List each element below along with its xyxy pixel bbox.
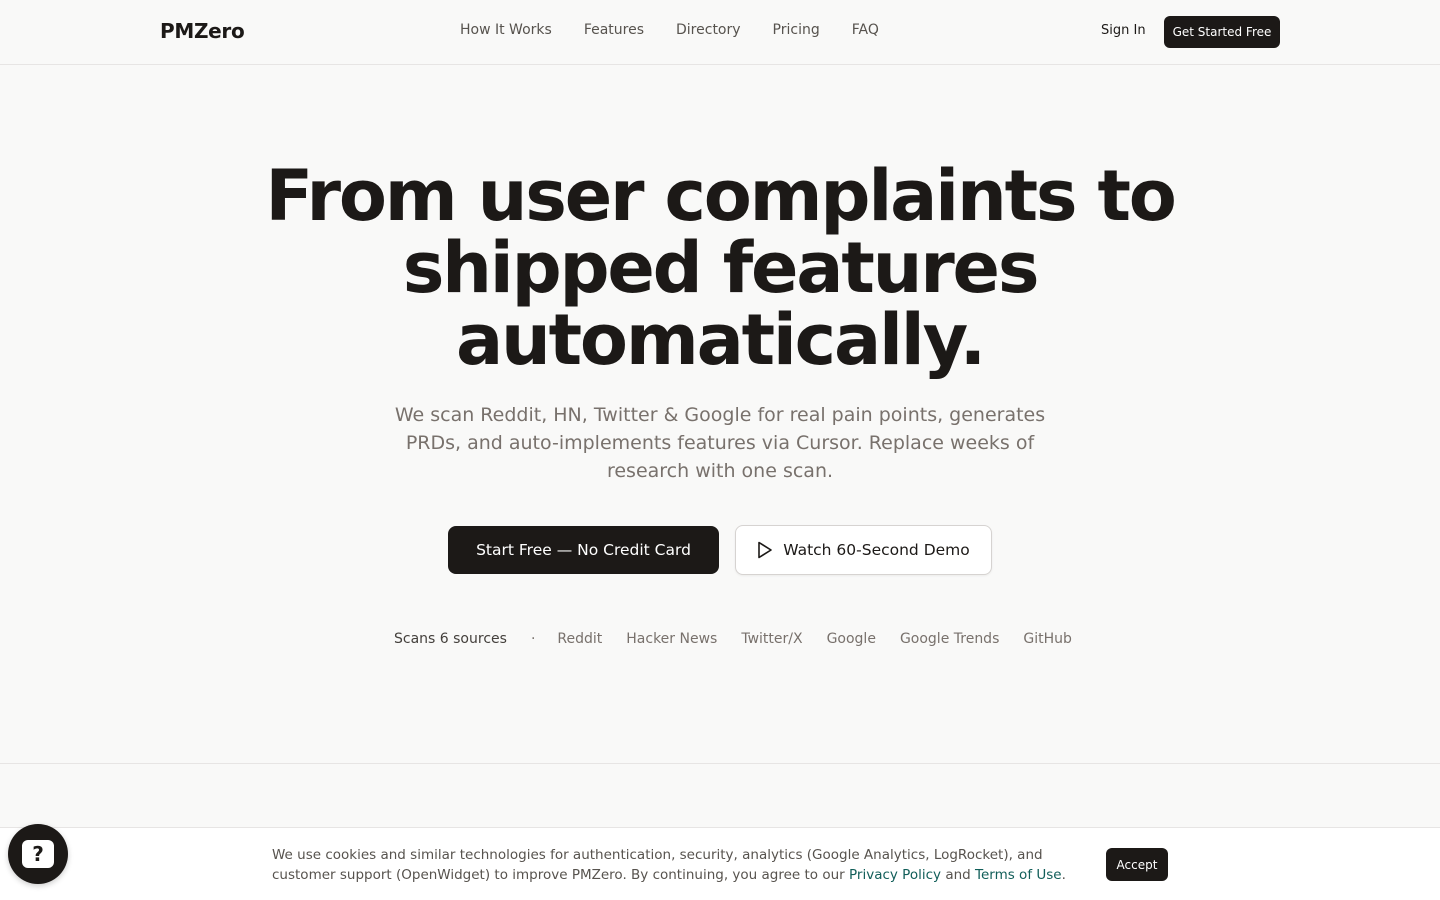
sign-in-link[interactable]: Sign In <box>1101 23 1146 38</box>
nav-link-faq[interactable]: FAQ <box>852 22 879 38</box>
terms-of-use-link[interactable]: Terms of Use <box>975 867 1062 883</box>
source-github: GitHub <box>1023 631 1072 647</box>
source-google-trends: Google Trends <box>899 631 1000 647</box>
brand-logo[interactable]: PMZero <box>160 19 245 43</box>
nav-links: How It Works Features Directory Pricing … <box>460 22 879 38</box>
watch-demo-label: Watch 60-Second Demo <box>783 541 970 559</box>
get-started-button[interactable]: Get Started Free <box>1164 16 1280 48</box>
play-icon <box>758 541 773 559</box>
top-nav: PMZero How It Works Features Directory P… <box>0 0 1440 65</box>
sources-lead: Scans 6 sources <box>394 631 507 647</box>
nav-link-directory[interactable]: Directory <box>676 22 741 38</box>
section-divider <box>0 763 1440 764</box>
privacy-policy-link[interactable]: Privacy Policy <box>849 867 941 883</box>
hero-title-line-3: automatically. <box>456 299 986 381</box>
nav-link-how-it-works[interactable]: How It Works <box>460 22 552 38</box>
cookie-banner: We use cookies and similar technologies … <box>0 827 1440 900</box>
hero-title-line-1: From user complaints to <box>265 155 1176 237</box>
source-twitter: Twitter/X <box>741 631 803 647</box>
hero-subtitle: We scan Reddit, HN, Twitter & Google for… <box>394 404 1046 482</box>
help-chat-widget[interactable]: ? <box>8 824 68 884</box>
sources-separator: · <box>530 631 536 647</box>
hero-title-line-2: shipped features <box>402 227 1040 309</box>
cookie-and: and <box>941 867 976 883</box>
nav-link-pricing[interactable]: Pricing <box>773 22 820 38</box>
watch-demo-button[interactable]: Watch 60-Second Demo <box>735 525 992 575</box>
source-google: Google <box>826 631 876 647</box>
accept-cookies-button[interactable]: Accept <box>1106 848 1168 881</box>
nav-link-features[interactable]: Features <box>584 22 644 38</box>
help-question-icon: ? <box>22 840 54 868</box>
start-free-button[interactable]: Start Free — No Credit Card <box>448 526 719 574</box>
source-reddit: Reddit <box>557 631 603 647</box>
hero-title: From user complaints to shipped features… <box>220 160 1220 376</box>
sources-list: Scans 6 sources · Reddit Hacker News Twi… <box>394 631 1072 647</box>
cookie-period: . <box>1061 867 1066 883</box>
cookie-text: We use cookies and similar technologies … <box>272 845 1092 885</box>
source-hacker-news: Hacker News <box>626 631 718 647</box>
